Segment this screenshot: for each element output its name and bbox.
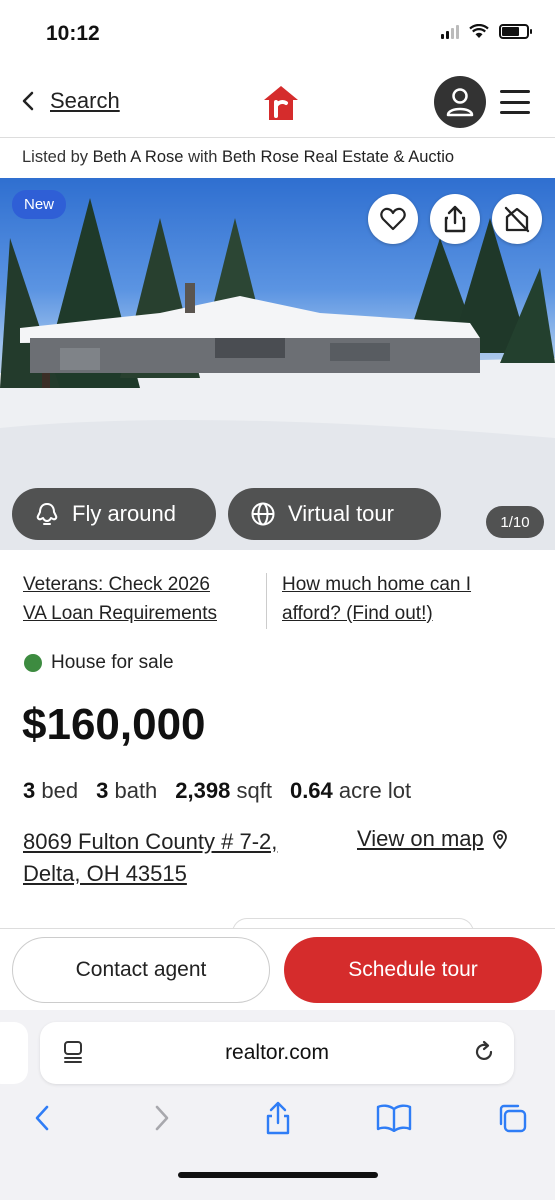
va-loan-promo-line2: VA Loan Requirements: [23, 603, 217, 624]
view-on-map-label: View on map: [357, 826, 484, 851]
beds-fact: 3 bed: [23, 778, 78, 804]
tabs-icon: [499, 1104, 527, 1133]
property-facts: 3 bed 3 bath 2,398 sqft 0.64 acre lot: [23, 778, 411, 804]
tabs-button[interactable]: [492, 1098, 532, 1138]
account-avatar-button[interactable]: [434, 76, 486, 128]
hide-home-icon: [504, 206, 530, 233]
status-bar: 10:12: [0, 0, 555, 68]
user-icon: [446, 88, 474, 117]
property-address-link[interactable]: 8069 Fulton County # 7-2, Delta, OH 4351…: [23, 826, 277, 890]
cellular-signal-icon: [441, 24, 459, 39]
address-line1: 8069 Fulton County # 7-2,: [23, 829, 278, 854]
listing-photo[interactable]: New Fly around Virtual tour 1/10: [0, 178, 555, 550]
affordability-promo-link[interactable]: How much home can I afford? (Find out!): [282, 570, 471, 628]
listing-price: $160,000: [22, 700, 206, 749]
previous-tab-peek[interactable]: [0, 1022, 28, 1084]
map-pin-icon: [492, 830, 507, 849]
favorite-button[interactable]: [368, 194, 418, 244]
affordability-promo-line1: How much home can I: [282, 574, 472, 595]
virtual-tour-label: Virtual tour: [288, 501, 394, 526]
sqft-value: 2,398: [175, 778, 231, 803]
status-time: 10:12: [46, 22, 100, 45]
affordability-promo-line2: afford? (Find out!): [282, 603, 433, 624]
lot-label: acre lot: [338, 778, 412, 803]
virtual-tour-button[interactable]: Virtual tour: [228, 488, 441, 540]
address-line2: Delta, OH 43515: [23, 861, 187, 886]
hide-listing-button[interactable]: [492, 194, 542, 244]
baths-value: 3: [96, 778, 109, 803]
back-to-search-link[interactable]: Search: [22, 88, 120, 114]
fly-around-button[interactable]: Fly around: [12, 488, 216, 540]
browser-back-button[interactable]: [22, 1098, 62, 1138]
share-icon: [266, 1101, 290, 1135]
schedule-tour-button[interactable]: Schedule tour: [284, 937, 542, 1003]
battery-icon: [499, 24, 532, 39]
reload-icon[interactable]: [472, 1040, 496, 1064]
share-icon: [444, 205, 466, 233]
sqft-fact: 2,398 sqft: [175, 778, 272, 804]
fly-around-label: Fly around: [72, 501, 176, 526]
url-text: realtor.com: [225, 1041, 329, 1064]
chevron-left-icon: [35, 1105, 49, 1131]
status-icons: [441, 24, 532, 39]
va-loan-promo-link[interactable]: Veterans: Check 2026 VA Loan Requirement…: [23, 570, 217, 628]
lot-value: 0.64: [289, 778, 333, 803]
heart-icon: [380, 207, 406, 231]
photo-counter: 1/10: [486, 506, 544, 538]
book-icon: [376, 1104, 412, 1132]
view-on-map-link[interactable]: View on map: [357, 826, 508, 852]
home-indicator: [178, 1172, 378, 1178]
listed-by-prefix: Listed by: [22, 148, 89, 166]
drone-icon: [36, 503, 58, 525]
baths-label: bath: [114, 778, 158, 803]
status-dot-icon: [24, 654, 42, 672]
contact-agent-button[interactable]: Contact agent: [12, 937, 270, 1003]
chevron-left-icon: [22, 91, 34, 111]
beds-label: bed: [41, 778, 79, 803]
lot-fact: 0.64 acre lot: [290, 778, 411, 804]
back-link-label: Search: [50, 88, 120, 113]
share-button[interactable]: [430, 194, 480, 244]
sqft-label: sqft: [236, 778, 272, 803]
address-bar[interactable]: realtor.com: [40, 1022, 514, 1084]
chevron-right-icon: [155, 1105, 169, 1131]
browser-share-button[interactable]: [258, 1098, 298, 1138]
listing-status-label: House for sale: [51, 652, 174, 673]
browser-nav-row: [0, 1098, 555, 1142]
va-loan-promo-line1: Veterans: Check 2026: [23, 574, 210, 595]
sticky-action-bar: Contact agent Schedule tour: [0, 928, 555, 1010]
baths-fact: 3 bath: [96, 778, 157, 804]
realtor-logo-icon[interactable]: [262, 84, 300, 122]
new-listing-badge: New: [12, 190, 67, 219]
listing-brokerage-name: Beth Rose Real Estate & Auctio: [222, 148, 455, 166]
listing-agent-name: Beth A Rose: [92, 148, 184, 166]
wifi-icon: [469, 24, 489, 38]
hamburger-menu-icon[interactable]: [500, 90, 530, 114]
listed-with-word: with: [188, 148, 218, 166]
listed-by-line: Listed by Beth A Rose with Beth Rose Rea…: [22, 148, 542, 167]
beds-value: 3: [23, 778, 36, 803]
bookmarks-button[interactable]: [374, 1098, 414, 1138]
promo-divider: [266, 573, 267, 629]
listing-status: House for sale: [24, 652, 174, 674]
browser-forward-button[interactable]: [142, 1098, 182, 1138]
site-header: Search: [0, 68, 555, 138]
globe-icon: [251, 502, 275, 526]
